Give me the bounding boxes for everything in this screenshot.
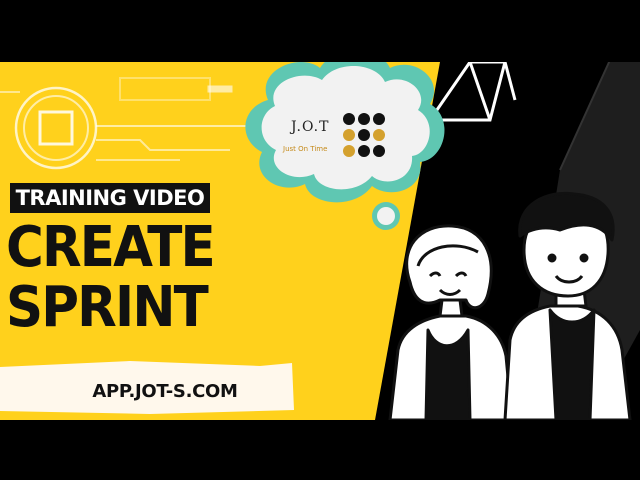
- thumbnail: J.O.T Just On Time TRAINING VIDEO CREATE…: [0, 0, 640, 480]
- jot-logo-dots: [343, 113, 385, 157]
- woman-illustration: [388, 224, 514, 422]
- headline-line-1: CREATE: [6, 215, 216, 280]
- top-letterbox: [0, 0, 640, 62]
- geometric-lines: [428, 60, 517, 122]
- logo-tagline: Just On Time: [283, 145, 328, 153]
- headline-line-2: SPRINT: [6, 275, 209, 340]
- training-video-banner: TRAINING VIDEO: [10, 183, 210, 213]
- website-url: APP.JOT-S.COM: [92, 381, 238, 402]
- bottom-letterbox: [0, 420, 640, 480]
- logo-title: J.O.T: [291, 119, 330, 135]
